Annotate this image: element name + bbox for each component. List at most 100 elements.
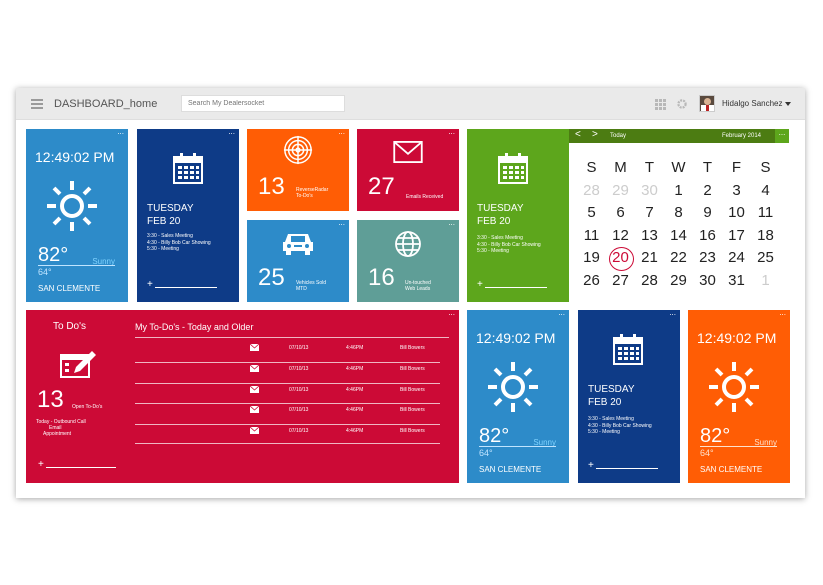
weather-tile[interactable]: ... 12:49:02 PM 82° Sunny 64° SAN CLEMEN…	[467, 310, 569, 483]
calendar-day-cell[interactable]: 19	[577, 247, 606, 270]
envelope-icon	[250, 406, 259, 413]
calendar-day-cell[interactable]: 4	[751, 180, 780, 203]
weekday-header: S	[586, 159, 597, 176]
weather-time: 12:49:02 PM	[35, 149, 115, 165]
todo-row[interactable]: 07/10/13 4:46PM Bill Bowers	[250, 386, 440, 396]
weather-tile[interactable]: ... 12:49:02 PM 82° Sunny 64° SAN CLEMEN…	[688, 310, 790, 483]
tile-menu-icon[interactable]: ...	[338, 129, 345, 136]
calendar-day-cell[interactable]: 2	[693, 180, 722, 203]
tile-menu-icon[interactable]: ...	[775, 129, 789, 143]
temperature: 82°	[38, 244, 69, 266]
todo-title: To Do's	[53, 321, 87, 332]
envelope-icon	[250, 344, 259, 351]
calendar-day-cell[interactable]: 23	[693, 247, 722, 270]
tile-menu-icon[interactable]: ...	[338, 220, 345, 227]
calendar-day-cell[interactable]: 29	[664, 270, 693, 293]
tile-menu-icon[interactable]: ...	[558, 310, 565, 317]
divider	[135, 443, 440, 444]
calendar-day-cell[interactable]: 25	[751, 247, 780, 270]
calendar-day-cell[interactable]: 24	[722, 247, 751, 270]
calendar-day-cell[interactable]: 3	[722, 180, 751, 203]
calendar-day-cell[interactable]: 30	[693, 270, 722, 293]
emails-tile[interactable]: ... 27 Emails Received	[357, 129, 459, 211]
calendar-day-cell[interactable]: 21	[635, 247, 664, 270]
calendar-day-cell[interactable]: 28	[577, 180, 606, 203]
calendar-tile[interactable]: TUESDAY FEB 20 3:30 - Sales Meeting 4:30…	[467, 129, 569, 302]
todo-row[interactable]: 07/10/13 4:46PM Bill Bowers	[250, 406, 440, 416]
city-name: SAN CLEMENTE	[38, 284, 101, 293]
calendar-day-cell[interactable]: 11	[751, 202, 780, 225]
tile-menu-icon[interactable]: ...	[448, 220, 455, 227]
todo-date: 07/10/13	[289, 407, 309, 413]
calendar-day-cell[interactable]: 9	[693, 202, 722, 225]
calendar-day-cell[interactable]: 29	[606, 180, 635, 203]
todo-row[interactable]: 07/10/13 4:46PM Bill Bowers	[250, 365, 440, 375]
add-event-button[interactable]: +	[588, 461, 594, 471]
calendar-day-cell[interactable]: 1	[664, 180, 693, 203]
calendar-day-cell[interactable]: 30	[635, 180, 664, 203]
calendar-tile[interactable]: ... TUESDAY FEB 20 3:30 - Sales Meeting …	[578, 310, 680, 483]
radar-icon	[283, 135, 313, 165]
calendar-day-selected[interactable]: 20	[606, 247, 635, 271]
tile-menu-icon[interactable]: ...	[448, 310, 455, 317]
apps-grid-icon[interactable]	[655, 99, 666, 110]
gear-icon[interactable]	[676, 98, 688, 110]
search-input[interactable]	[181, 95, 345, 112]
calendar-day-cell[interactable]: 17	[722, 225, 751, 248]
tile-menu-icon[interactable]: ...	[117, 129, 124, 136]
add-todo-button[interactable]: +	[38, 460, 44, 470]
todo-row[interactable]: 07/10/13 4:46PM Bill Bowers	[250, 344, 440, 354]
vehicles-sold-tile[interactable]: ... 25 Vehicles Sold MTD	[247, 220, 349, 302]
calendar-date: FEB 20	[588, 397, 622, 408]
envelope-icon	[393, 141, 423, 163]
todo-list-title: My To-Do's - Today and Older	[135, 322, 254, 332]
web-leads-tile[interactable]: ... 16 Un-touched Web Leads	[357, 220, 459, 302]
tile-menu-icon[interactable]: ...	[448, 129, 455, 136]
calendar-day-cell[interactable]: 12	[606, 225, 635, 248]
weather-tile[interactable]: ... 12:49:02 PM 82° Sunny 64° SAN CLEMEN…	[26, 129, 128, 302]
calendar-day-cell[interactable]: 5	[577, 202, 606, 225]
calendar-day-cell[interactable]: 27	[606, 270, 635, 293]
todo-row[interactable]: 07/10/13 4:46PM Bill Bowers	[250, 427, 440, 437]
calendar-day-cell[interactable]: 1	[751, 270, 780, 293]
todo-contact: Bill Bowers	[400, 366, 425, 372]
calendar-icon	[498, 153, 528, 184]
next-month-button[interactable]: >	[592, 130, 598, 140]
hamburger-menu-icon[interactable]	[31, 99, 43, 109]
web-leads-count: 16	[368, 264, 395, 291]
vehicles-count: 25	[258, 264, 285, 291]
add-event-button[interactable]: +	[477, 280, 483, 290]
calendar-day-cell[interactable]: 11	[577, 225, 606, 248]
calendar-day-cell[interactable]: 18	[751, 225, 780, 248]
radar-todos-tile[interactable]: ... 13 ReverseRadar To-Do's	[247, 129, 349, 211]
tile-menu-icon[interactable]: ...	[669, 310, 676, 317]
avatar[interactable]	[699, 95, 715, 112]
calendar-day-cell[interactable]: 28	[635, 270, 664, 293]
calendar-day-cell[interactable]: 10	[722, 202, 751, 225]
prev-month-button[interactable]: <	[575, 130, 581, 140]
calendar-day-cell[interactable]: 31	[722, 270, 751, 293]
todo-contact: Bill Bowers	[400, 428, 425, 434]
add-event-button[interactable]: +	[147, 280, 153, 290]
user-name[interactable]: Hidalgo Sanchez	[722, 99, 782, 108]
calendar-day: TUESDAY	[477, 203, 524, 214]
todo-contact: Bill Bowers	[400, 407, 425, 413]
calendar-day-cell[interactable]: 7	[635, 202, 664, 225]
user-menu-caret-icon[interactable]	[785, 102, 791, 106]
todo-tile[interactable]: ... To Do's 13 Open To-Do's Today - Outb…	[26, 310, 459, 483]
calendar-day-cell[interactable]: 26	[577, 270, 606, 293]
calendar-tile[interactable]: ... TUESDAY FEB 20 3:30 - Sales Meeting …	[137, 129, 239, 302]
calendar-day-cell[interactable]: 6	[606, 202, 635, 225]
weekday-header: F	[731, 159, 742, 176]
calendar-day-cell[interactable]: 14	[664, 225, 693, 248]
city-name: SAN CLEMENTE	[479, 465, 542, 474]
calendar-day-cell[interactable]: 13	[635, 225, 664, 248]
tile-menu-icon[interactable]: ...	[779, 310, 786, 317]
today-button[interactable]: Today	[610, 133, 626, 139]
calendar-day-cell[interactable]: 16	[693, 225, 722, 248]
tile-menu-icon[interactable]: ...	[228, 129, 235, 136]
todo-time: 4:46PM	[346, 387, 364, 393]
calendar-day-cell[interactable]: 22	[664, 247, 693, 270]
city-name: SAN CLEMENTE	[700, 465, 763, 474]
calendar-day-cell[interactable]: 8	[664, 202, 693, 225]
